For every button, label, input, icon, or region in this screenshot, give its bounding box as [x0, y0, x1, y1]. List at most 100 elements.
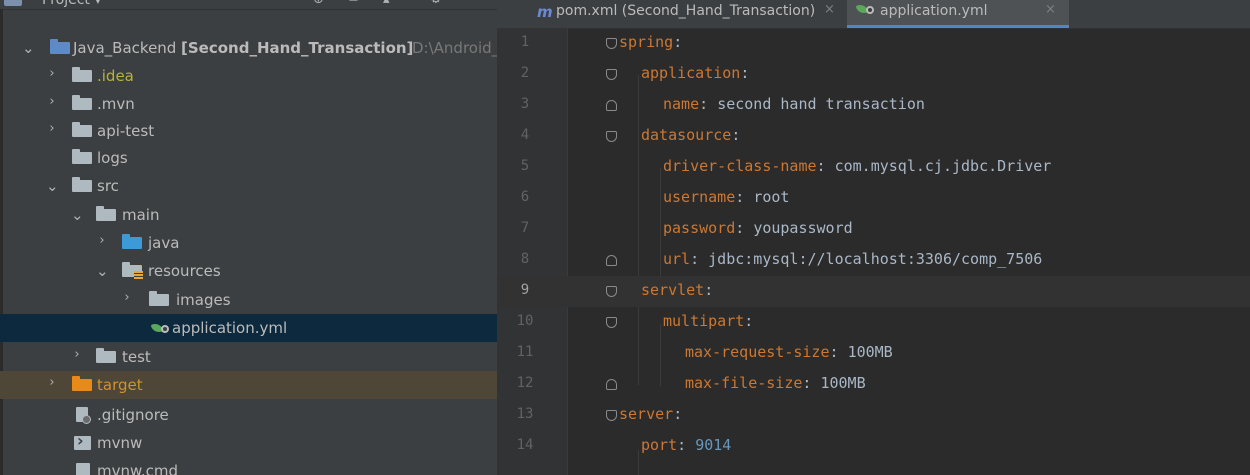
fold-open-icon[interactable]	[606, 410, 617, 421]
chevron-down-icon[interactable]: ⌄	[96, 262, 109, 280]
code-text: multipart:	[663, 312, 753, 330]
code-text: username: root	[663, 188, 789, 206]
line-number: 6	[520, 189, 530, 205]
code-line[interactable]: 1 spring:	[497, 28, 1250, 59]
tree-item-test[interactable]: › test	[0, 343, 497, 371]
code-line[interactable]: 5 driver-class-name: com.mysql.cj.jdbc.Dr…	[497, 152, 1250, 183]
line-number: 9	[520, 282, 530, 298]
ignore-badge-icon	[82, 415, 91, 424]
yaml-value: youpassword	[753, 219, 853, 237]
root-folder-name: Java_Backend	[73, 39, 177, 57]
tree-item-label: java	[148, 234, 180, 252]
code-line[interactable]: 7 password: youpassword	[497, 214, 1250, 245]
folder-icon	[72, 122, 92, 137]
line-number: 13	[516, 406, 534, 422]
code-text: servlet:	[641, 281, 713, 299]
chevron-right-icon[interactable]: ›	[46, 94, 58, 109]
folder-icon	[72, 67, 92, 82]
code-text: spring:	[619, 33, 682, 51]
folder-icon	[72, 95, 92, 110]
editor-area: m pom.xml (Second_Hand_Transaction) × ap…	[497, 0, 1250, 475]
code-text: port: 9014	[641, 436, 731, 454]
code-line[interactable]: 3 name: second hand transaction	[497, 90, 1250, 121]
code-line[interactable]: 2 application:	[497, 59, 1250, 90]
code-line[interactable]: 6 username: root	[497, 183, 1250, 214]
tree-item-logs[interactable]: logs	[0, 144, 497, 172]
fold-open-icon[interactable]	[606, 69, 617, 80]
fold-end-icon[interactable]	[606, 100, 617, 111]
code-line[interactable]: 11 max-request-size: 100MB	[497, 338, 1250, 369]
tree-item-mvnw-cmd[interactable]: mvnw.cmd	[0, 457, 497, 475]
fold-end-icon[interactable]	[606, 379, 617, 390]
code-line[interactable]: 4 datasource:	[497, 121, 1250, 152]
tree-item-root[interactable]: ⌄ Java_Backend [Second_Hand_Transaction]…	[0, 34, 497, 62]
chevron-right-icon[interactable]: ›	[121, 290, 133, 305]
maven-icon: m	[537, 3, 553, 21]
expand-icon[interactable]: ▴	[383, 0, 390, 7]
locate-icon[interactable]: ⊕	[313, 0, 324, 7]
folder-icon	[96, 348, 116, 363]
tree-item-target[interactable]: › target	[0, 371, 497, 399]
code-line[interactable]: 14 port: 9014	[497, 431, 1250, 462]
line-number: 10	[516, 313, 534, 329]
collapse-all-icon[interactable]: ≚	[348, 0, 359, 7]
fold-open-icon[interactable]	[606, 317, 617, 328]
config-gear-icon	[161, 325, 169, 333]
chevron-down-icon[interactable]: ⌄	[22, 39, 35, 57]
tab-label: pom.xml (Second_Hand_Transaction)	[556, 3, 816, 19]
chevron-right-icon[interactable]: ›	[96, 233, 108, 248]
line-number: 2	[520, 65, 530, 81]
fold-open-icon[interactable]	[606, 131, 617, 142]
chevron-right-icon[interactable]: ›	[46, 375, 58, 390]
code-line[interactable]: 8 url: jdbc:mysql://localhost:3306/comp_7…	[497, 245, 1250, 276]
tree-item-main[interactable]: ⌄ main	[0, 201, 497, 229]
tree-item-gitignore[interactable]: .gitignore	[0, 401, 497, 429]
fold-end-icon[interactable]	[606, 255, 617, 266]
tree-item-resources[interactable]: ⌄ resources	[0, 257, 497, 285]
tree-item-label: mvnw.cmd	[97, 462, 179, 475]
tab-application-yml[interactable]: application.yml ×	[847, 0, 1069, 28]
chevron-right-icon[interactable]: ›	[71, 347, 83, 362]
chevron-down-icon[interactable]: ⌄	[71, 206, 84, 224]
tree-item-idea[interactable]: › .idea	[0, 62, 497, 90]
yaml-separator: :	[677, 436, 696, 454]
tree-item-label: .mvn	[97, 95, 135, 113]
tree-item-mvn[interactable]: › .mvn	[0, 90, 497, 118]
tree-item-application-yml[interactable]: application.yml	[0, 314, 497, 342]
line-number: 8	[520, 251, 530, 267]
tree-item-src[interactable]: ⌄ src	[0, 172, 497, 200]
tree-item-mvnw[interactable]: mvnw	[0, 429, 497, 457]
yaml-value: com.mysql.cj.jdbc.Driver	[834, 157, 1052, 175]
yaml-separator: :	[735, 188, 754, 206]
fold-open-icon[interactable]	[606, 286, 617, 297]
line-number: 7	[520, 220, 530, 236]
tree-item-api-test[interactable]: › api-test	[0, 117, 497, 145]
code-text: name: second hand transaction	[663, 95, 925, 113]
close-icon[interactable]: ×	[1045, 2, 1056, 17]
yaml-value: 9014	[695, 436, 732, 454]
tree-item-images[interactable]: › images	[0, 286, 497, 314]
close-icon[interactable]: ×	[824, 2, 835, 17]
chevron-down-icon[interactable]: ⌄	[46, 177, 59, 195]
fold-open-icon[interactable]	[606, 38, 617, 49]
yaml-key: max-request-size	[685, 343, 830, 361]
shell-script-icon	[74, 431, 91, 450]
tree-item-java[interactable]: › java	[0, 229, 497, 257]
line-number: 4	[520, 127, 530, 143]
code-text: max-file-size: 100MB	[685, 374, 866, 392]
yaml-separator: :	[816, 157, 835, 175]
chevron-right-icon[interactable]: ›	[46, 121, 58, 136]
gear-icon[interactable]: ⚙	[430, 0, 442, 7]
tree-item-label: api-test	[97, 122, 155, 140]
code-line[interactable]: 13 server:	[497, 400, 1250, 431]
ide-window: Project ▾ ⊕ ≚ ▴ ⚙ ⌄ Java_Backend [Second…	[0, 0, 1250, 475]
code-text: application:	[641, 64, 749, 82]
tree-item-label: logs	[97, 149, 128, 167]
code-line[interactable]: 12 max-file-size: 100MB	[497, 369, 1250, 400]
tab-pom-xml[interactable]: m pom.xml (Second_Hand_Transaction) ×	[497, 0, 841, 28]
tree-item-label: .idea	[97, 67, 134, 85]
project-view-dropdown[interactable]: Project ▾	[42, 0, 101, 8]
code-line[interactable]: 9 servlet:	[497, 276, 1250, 307]
chevron-right-icon[interactable]: ›	[46, 66, 58, 81]
code-line[interactable]: 10 multipart:	[497, 307, 1250, 338]
